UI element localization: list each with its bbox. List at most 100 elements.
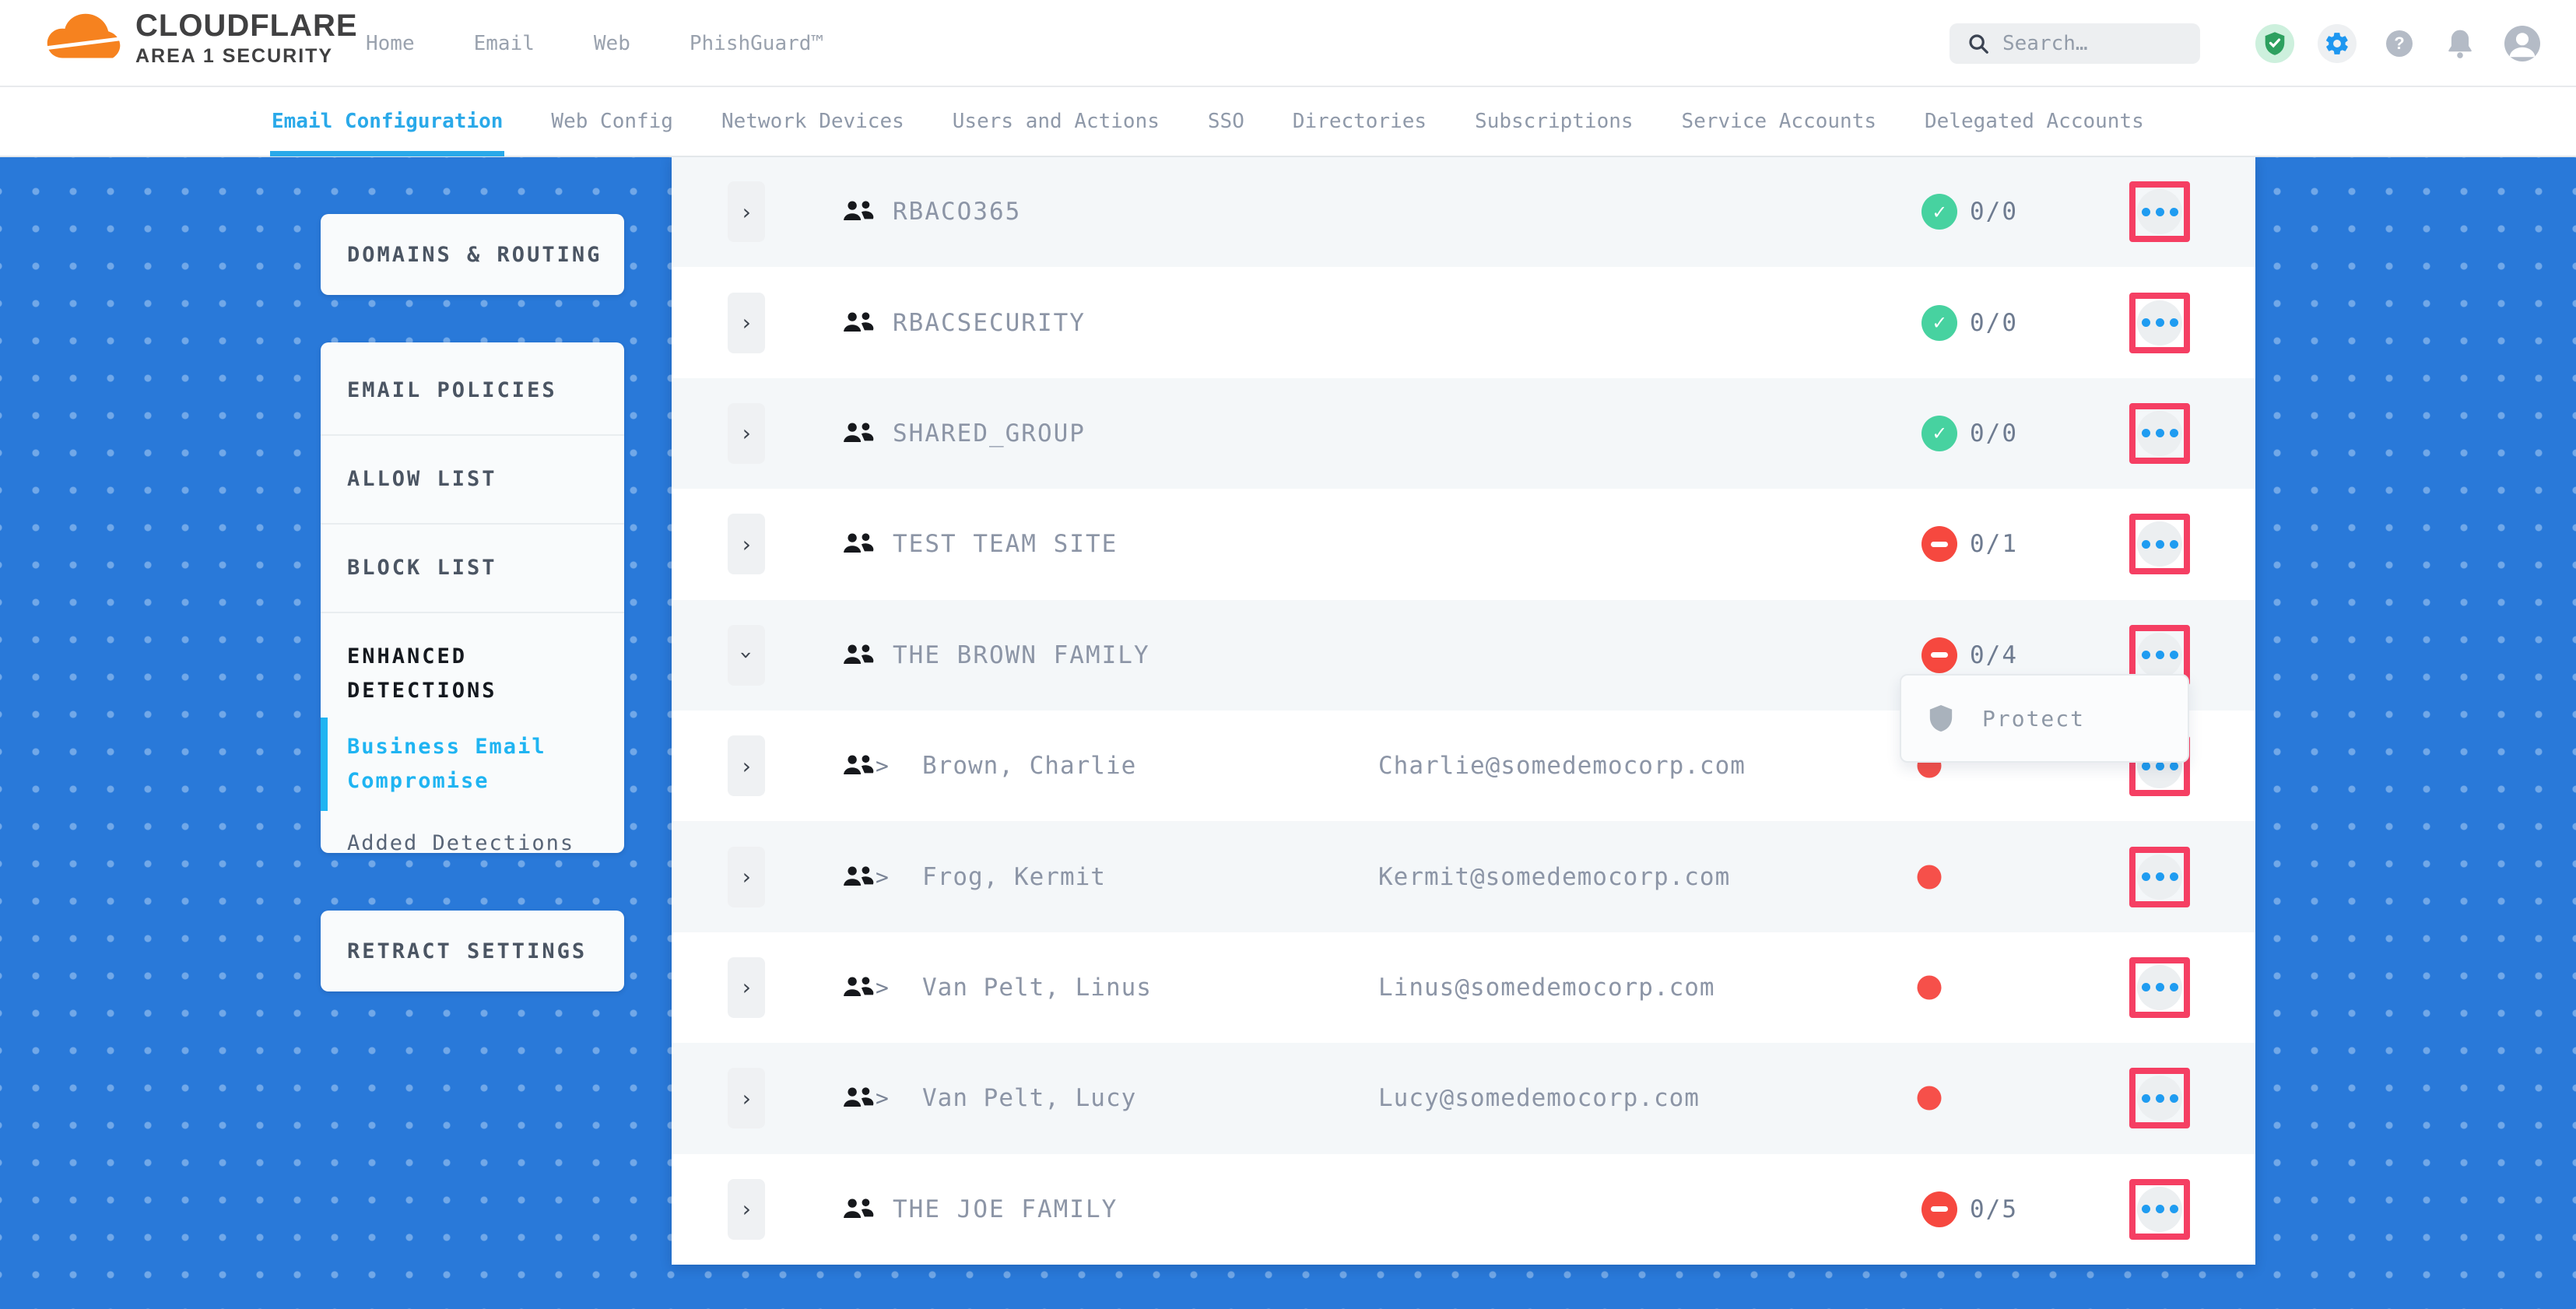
help-icon[interactable]: ? — [2386, 30, 2413, 57]
tab-directories[interactable]: Directories — [1293, 86, 1427, 156]
chevron-icon: › — [733, 648, 759, 662]
status-dot — [1918, 1086, 1942, 1111]
sidebar-item-enhanced-detections[interactable]: ENHANCED DETECTIONS — [321, 613, 624, 716]
group-icon — [841, 1085, 876, 1111]
sidebar-item-email-policies[interactable]: EMAIL POLICIES — [321, 347, 624, 436]
bell-icon[interactable] — [2444, 26, 2476, 61]
chevron-icon: › — [740, 1086, 753, 1111]
sidebar-item-label: RETRACT SETTINGS — [347, 939, 587, 963]
chevron-icon: › — [740, 974, 753, 1000]
sidebar-subitem-business-email-compromise[interactable]: Business Email Compromise — [321, 716, 624, 812]
row-email: Kermit@somedemocorp.com — [1378, 863, 1730, 891]
row-name: Brown, Charlie — [922, 752, 1136, 780]
chevron-icon: › — [740, 420, 753, 446]
expand-toggle-button[interactable]: › — [728, 625, 765, 686]
protection-count: 0/5 — [1970, 1195, 2018, 1223]
row-menu-button-active[interactable] — [2137, 633, 2182, 678]
chevron-icon: › — [740, 532, 753, 557]
table-row: › > Van Pelt, Lucy Lucy@somedemocorp.com — [672, 1043, 2255, 1153]
chevron-icon: › — [740, 753, 753, 779]
row-email: Linus@somedemocorp.com — [1378, 974, 1715, 1002]
sidebar-subitem-added-detections[interactable]: Added Detections — [321, 812, 624, 875]
tab-network-devices[interactable]: Network Devices — [721, 86, 904, 156]
search-placeholder: Search… — [2002, 32, 2088, 55]
tab-delegated-accounts[interactable]: Delegated Accounts — [1925, 86, 2144, 156]
row-menu-button-active[interactable] — [2137, 300, 2182, 346]
sidebar-policies-card: EMAIL POLICIESALLOW LISTBLOCK LISTENHANC… — [321, 342, 624, 853]
member-chevron-icon: > — [876, 974, 889, 1000]
top-nav-item-email[interactable]: Email — [474, 32, 535, 55]
row-name: TEST TEAM SITE — [893, 530, 1118, 558]
table-row: › > TEST TEAM SITE 0/1 — [672, 489, 2255, 599]
cloudflare-logo[interactable]: CLOUDFLARE AREA 1 SECURITY — [44, 8, 358, 68]
row-menu-button-active[interactable] — [2137, 1076, 2182, 1121]
group-icon — [841, 531, 876, 557]
row-name: Van Pelt, Lucy — [922, 1084, 1136, 1112]
tab-users-and-actions[interactable]: Users and Actions — [953, 86, 1160, 156]
row-menu-button-active[interactable] — [2137, 189, 2182, 234]
row-name: RBACSECURITY — [893, 309, 1086, 337]
chevron-icon: › — [740, 1196, 753, 1222]
top-nav-item-phishguard[interactable]: PhishGuard™ — [690, 32, 823, 55]
status-dot — [1918, 865, 1942, 889]
group-icon — [841, 1196, 876, 1223]
tab-subscriptions[interactable]: Subscriptions — [1475, 86, 1634, 156]
row-name: RBACO365 — [893, 198, 1021, 226]
row-menu-highlight — [2129, 181, 2190, 242]
menu-item-protect[interactable]: Protect — [1982, 706, 2085, 732]
row-menu-highlight — [2129, 1179, 2190, 1240]
chevron-icon: › — [740, 864, 753, 890]
row-menu-highlight — [2129, 514, 2190, 574]
group-icon — [841, 310, 876, 336]
expand-toggle-button[interactable]: › — [728, 847, 765, 907]
row-menu-highlight — [2129, 293, 2190, 353]
expand-toggle-button[interactable]: › — [728, 514, 765, 574]
top-nav-item-web[interactable]: Web — [594, 32, 630, 55]
group-icon — [841, 974, 876, 1001]
protection-count: 0/0 — [1970, 198, 2018, 226]
expand-toggle-button[interactable]: › — [728, 957, 765, 1018]
expand-toggle-button[interactable]: › — [728, 181, 765, 242]
top-nav-item-home[interactable]: Home — [366, 32, 415, 55]
expand-toggle-button[interactable]: › — [728, 735, 765, 796]
chevron-icon: › — [740, 199, 753, 225]
expand-toggle-button[interactable]: › — [728, 293, 765, 353]
tab-sso[interactable]: SSO — [1208, 86, 1244, 156]
expand-toggle-button[interactable]: › — [728, 1068, 765, 1128]
search-input[interactable]: Search… — [1950, 23, 2200, 64]
table-row: › > Frog, Kermit Kermit@somedemocorp.com — [672, 821, 2255, 932]
sidebar-item-block-list[interactable]: BLOCK LIST — [321, 525, 624, 613]
row-context-menu: Protect — [1900, 674, 2189, 763]
protection-count: 0/4 — [1970, 641, 2018, 669]
shield-check-icon[interactable] — [2255, 24, 2294, 63]
member-chevron-icon: > — [876, 1086, 889, 1111]
row-menu-highlight — [2129, 1068, 2190, 1128]
row-menu-button-active[interactable] — [2137, 521, 2182, 567]
table-row: › > RBACO365 0/0 — [672, 156, 2255, 267]
row-name: THE JOE FAMILY — [893, 1195, 1118, 1223]
gear-icon[interactable] — [2318, 24, 2357, 63]
expand-toggle-button[interactable]: › — [728, 1179, 765, 1240]
row-email: Charlie@somedemocorp.com — [1378, 752, 1746, 780]
row-menu-button-active[interactable] — [2137, 855, 2182, 900]
row-menu-button-active[interactable] — [2137, 965, 2182, 1010]
avatar-icon[interactable] — [2504, 26, 2540, 61]
sidebar-item-domains-routing[interactable]: DOMAINS & ROUTING — [321, 214, 624, 295]
secondary-nav: Email Configuration Web Config Network Dev… — [0, 87, 2576, 157]
sidebar-item-allow-list[interactable]: ALLOW LIST — [321, 436, 624, 525]
help-glyph: ? — [2394, 33, 2404, 54]
row-name: Frog, Kermit — [922, 863, 1106, 891]
row-menu-button-active[interactable] — [2137, 1187, 2182, 1232]
brand-name: CLOUDFLARE — [135, 9, 358, 44]
app-canvas: CLOUDFLARE AREA 1 SECURITY Home Email Web P… — [0, 0, 2576, 1309]
sidebar-item-retract-settings[interactable]: RETRACT SETTINGS — [321, 911, 624, 991]
row-menu-button-active[interactable] — [2137, 411, 2182, 456]
expand-toggle-button[interactable]: › — [728, 403, 765, 464]
row-menu-highlight — [2129, 957, 2190, 1018]
protection-count: 0/0 — [1970, 419, 2018, 447]
tab-service-accounts[interactable]: Service Accounts — [1682, 86, 1876, 156]
tab-email-configuration[interactable]: Email Configuration — [272, 86, 503, 156]
table-row: › > RBACSECURITY 0/0 — [672, 267, 2255, 377]
tab-web-config[interactable]: Web Config — [551, 86, 673, 156]
table-row: › > Van Pelt, Linus Linus@somedemocorp.c… — [672, 932, 2255, 1043]
